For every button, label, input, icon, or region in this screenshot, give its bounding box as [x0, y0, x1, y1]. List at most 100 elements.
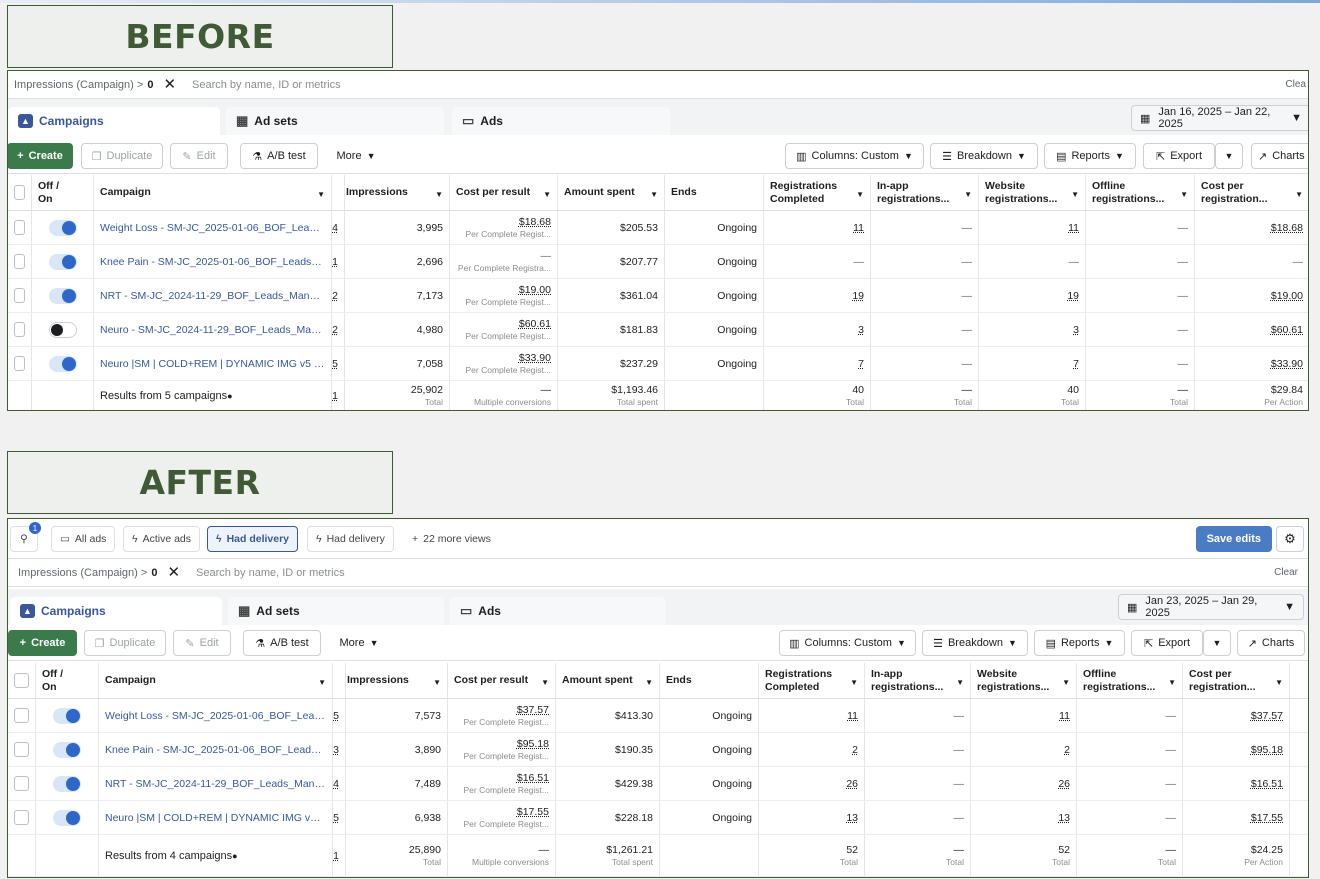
row-checkbox[interactable]: [14, 776, 29, 791]
header-cost-per-registration[interactable]: Cost per registration... ▼: [1195, 175, 1308, 210]
delivery-toggle-on[interactable]: [48, 219, 77, 236]
campaign-name-link[interactable]: Neuro - SM-JC_2024-11-29_BOF_Leads_Manua…: [100, 324, 325, 336]
export-button[interactable]: ⇱ Export: [1143, 143, 1215, 169]
delivery-toggle-on[interactable]: [48, 287, 77, 304]
export-button[interactable]: ⇱ Export: [1131, 630, 1203, 656]
breakdown-button[interactable]: ☰ Breakdown ▼: [922, 630, 1028, 656]
header-ends[interactable]: Ends: [660, 663, 759, 698]
caret-down-icon[interactable]: ▼: [541, 676, 549, 689]
export-menu-button[interactable]: ▼: [1203, 630, 1231, 656]
filter-chip[interactable]: Impressions (Campaign) >0: [14, 79, 153, 91]
view-had-delivery[interactable]: ϟ Had delivery: [307, 526, 394, 552]
info-icon[interactable]: ●: [232, 851, 237, 861]
campaign-name-link[interactable]: Neuro |SM | COLD+REM | DYNAMIC IMG v5 | …: [100, 358, 325, 370]
duplicate-button[interactable]: ❐ Duplicate: [81, 143, 163, 169]
tab-ads[interactable]: ▭ Ads: [452, 107, 670, 135]
more-button[interactable]: More ▼: [330, 143, 382, 169]
caret-down-icon[interactable]: ▼: [1180, 188, 1188, 201]
tab-adsets[interactable]: ▦ Ad sets: [228, 597, 444, 625]
campaign-name-link[interactable]: Knee Pain - SM-JC_2025-01-06_BOF_Leads_M…: [100, 256, 325, 268]
row-checkbox[interactable]: [14, 322, 25, 337]
delivery-toggle-on[interactable]: [53, 775, 81, 792]
search-input[interactable]: Search by name, ID or metrics: [196, 567, 345, 579]
info-icon[interactable]: ●: [227, 391, 232, 401]
row-checkbox[interactable]: [14, 708, 29, 723]
edit-button[interactable]: ✎ Edit: [173, 630, 231, 656]
header-cost-per-result[interactable]: Cost per result ▼: [450, 175, 558, 210]
caret-down-icon[interactable]: ▼: [1168, 676, 1176, 689]
caret-down-icon[interactable]: ▼: [850, 676, 858, 689]
reports-button[interactable]: ▤ Reports ▼: [1044, 143, 1136, 169]
clear-link[interactable]: Clear: [1274, 567, 1298, 578]
date-range-picker[interactable]: ▦ Jan 23, 2025 – Jan 29, 2025 ▼: [1118, 594, 1304, 620]
caret-down-icon[interactable]: ▼: [1071, 188, 1079, 201]
delivery-toggle-on[interactable]: [53, 707, 81, 724]
header-website-registrations[interactable]: Website registrations... ▼: [979, 175, 1086, 210]
header-registrations[interactable]: Registrations Completed ▼: [764, 175, 871, 210]
tab-campaigns[interactable]: ▲ Campaigns: [8, 107, 220, 135]
header-amount-spent[interactable]: Amount spent ▼: [556, 663, 660, 698]
campaign-name-link[interactable]: Neuro |SM | COLD+REM | DYNAMIC IMG v5 | …: [105, 812, 326, 824]
select-all-checkbox[interactable]: [14, 185, 25, 200]
delivery-toggle-on[interactable]: [48, 355, 77, 372]
caret-down-icon[interactable]: ▼: [964, 188, 972, 201]
row-checkbox[interactable]: [14, 288, 25, 303]
columns-button[interactable]: ▥ Columns: Custom ▼: [779, 630, 916, 656]
caret-down-icon[interactable]: ▼: [433, 676, 441, 689]
settings-sliders-icon[interactable]: ⚙: [1276, 526, 1304, 552]
caret-down-icon[interactable]: ▼: [650, 188, 658, 201]
delivery-toggle-on[interactable]: [48, 253, 77, 270]
view-had-delivery-selected[interactable]: ϟ Had delivery: [207, 526, 299, 552]
row-checkbox[interactable]: [14, 810, 29, 825]
columns-button[interactable]: ▥ Columns: Custom ▼: [785, 143, 924, 169]
search-button[interactable]: ⚲ 1: [10, 522, 41, 552]
view-all-ads[interactable]: ▭ All ads: [51, 526, 116, 552]
caret-down-icon[interactable]: ▼: [318, 676, 326, 689]
delivery-toggle-on[interactable]: [53, 741, 81, 758]
breakdown-button[interactable]: ☰ Breakdown ▼: [930, 143, 1038, 169]
ab-test-button[interactable]: ⚗ A/B test: [240, 143, 318, 169]
header-registrations[interactable]: Registrations Completed ▼: [759, 663, 865, 698]
caret-down-icon[interactable]: ▼: [435, 188, 443, 201]
create-button[interactable]: + Create: [8, 630, 77, 656]
header-amount-spent[interactable]: Amount spent ▼: [558, 175, 665, 210]
delivery-toggle-off[interactable]: [48, 321, 77, 338]
header-impressions[interactable]: Impressions ▼: [341, 663, 448, 698]
export-menu-button[interactable]: ▼: [1215, 143, 1243, 169]
caret-down-icon[interactable]: ▼: [1275, 676, 1283, 689]
clear-link[interactable]: Clea: [1285, 79, 1306, 90]
header-ends[interactable]: Ends: [665, 175, 764, 210]
ab-test-button[interactable]: ⚗ A/B test: [243, 630, 321, 656]
tab-ads[interactable]: ▭ Ads: [450, 597, 666, 625]
charts-button[interactable]: ↗ Charts: [1251, 143, 1308, 169]
header-offline-registrations[interactable]: Offline registrations... ▼: [1077, 663, 1183, 698]
caret-down-icon[interactable]: ▼: [1295, 188, 1303, 201]
row-checkbox[interactable]: [14, 742, 29, 757]
create-button[interactable]: + Create: [8, 143, 73, 169]
more-views-button[interactable]: +22 more views: [404, 526, 499, 552]
caret-down-icon[interactable]: ▼: [645, 676, 653, 689]
header-website-registrations[interactable]: Website registrations... ▼: [971, 663, 1077, 698]
campaign-name-link[interactable]: Knee Pain - SM-JC_2025-01-06_BOF_Leads_M…: [105, 744, 326, 756]
close-icon[interactable]: ✕: [167, 565, 180, 580]
header-inapp-registrations[interactable]: In-app registrations... ▼: [871, 175, 979, 210]
save-edits-button[interactable]: Save edits: [1195, 526, 1272, 552]
delivery-toggle-on[interactable]: [53, 809, 81, 826]
caret-down-icon[interactable]: ▼: [1062, 676, 1070, 689]
campaign-name-link[interactable]: NRT - SM-JC_2024-11-29_BOF_Leads_Manual_…: [105, 778, 326, 790]
charts-button[interactable]: ↗ Charts: [1237, 630, 1305, 656]
filter-chip[interactable]: Impressions (Campaign) >0: [18, 567, 157, 579]
view-active-ads[interactable]: ϟ Active ads: [123, 526, 201, 552]
header-impressions[interactable]: Impressions ▼: [340, 175, 450, 210]
row-checkbox[interactable]: [14, 356, 25, 371]
more-button[interactable]: More ▼: [333, 630, 385, 656]
search-input[interactable]: Search by name, ID or metrics: [192, 79, 341, 91]
caret-down-icon[interactable]: ▼: [956, 676, 964, 689]
reports-button[interactable]: ▤ Reports ▼: [1034, 630, 1125, 656]
header-cost-per-result[interactable]: Cost per result ▼: [448, 663, 556, 698]
campaign-name-link[interactable]: Weight Loss - SM-JC_2025-01-06_BOF_Leads…: [105, 710, 326, 722]
campaign-name-link[interactable]: NRT - SM-JC_2024-11-29_BOF_Leads_Manual_…: [100, 290, 325, 302]
header-campaign[interactable]: Campaign ▼: [94, 175, 332, 210]
caret-down-icon[interactable]: ▼: [543, 188, 551, 201]
caret-down-icon[interactable]: ▼: [317, 188, 325, 201]
